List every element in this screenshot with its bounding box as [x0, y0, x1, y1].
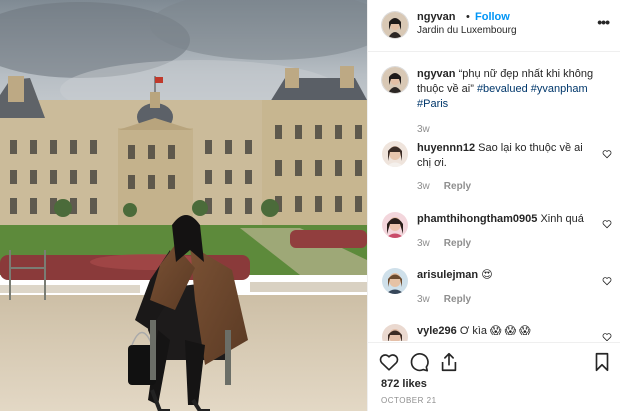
- comment-body: Xinh quá: [540, 213, 584, 225]
- caption-text: ngyvan “phụ nữ đẹp nhất khi không thuộc …: [417, 67, 597, 112]
- comment-meta: 3w Reply: [417, 294, 471, 305]
- comment-text: huyennn12 Sao lại ko thuộc về ai chị ơi.: [417, 141, 597, 171]
- comment-meta: 3w Reply: [417, 181, 471, 192]
- heart-icon[interactable]: [378, 351, 400, 373]
- timestamp[interactable]: 3w: [417, 181, 430, 192]
- comment-body: 😍: [481, 269, 493, 281]
- bookmark-icon[interactable]: [591, 351, 613, 373]
- post-header: ngyvan • Follow Jardin du Luxembourg •••: [368, 0, 620, 52]
- timestamp[interactable]: 3w: [417, 294, 430, 305]
- caption-username[interactable]: ngyvan: [417, 68, 456, 80]
- comment-text: arisulejman 😍: [417, 268, 597, 283]
- comment-username[interactable]: phamthihongtham0905: [417, 213, 537, 225]
- comment-text: vyle296 Ơ kìa 😱 😱 😱: [417, 324, 597, 339]
- follow-button[interactable]: Follow: [475, 11, 510, 23]
- comment-icon[interactable]: [408, 351, 430, 373]
- reply-button[interactable]: Reply: [444, 294, 471, 305]
- comment-text: phamthihongtham0905 Xinh quá: [417, 212, 597, 227]
- instagram-post: ngyvan • Follow Jardin du Luxembourg •••…: [0, 0, 620, 411]
- like-comment-heart-icon[interactable]: [602, 219, 612, 229]
- timestamp[interactable]: 3w: [417, 238, 430, 249]
- comment-username[interactable]: huyennn12: [417, 142, 475, 154]
- post-date: OCTOBER 21: [381, 396, 437, 405]
- avatar[interactable]: [382, 324, 408, 341]
- hashtag-link[interactable]: #Paris: [417, 98, 448, 110]
- avatar[interactable]: [382, 212, 408, 238]
- like-comment-heart-icon[interactable]: [602, 332, 612, 341]
- post-side-panel: ngyvan • Follow Jardin du Luxembourg •••…: [367, 0, 620, 411]
- like-comment-heart-icon[interactable]: [602, 276, 612, 286]
- comment-username[interactable]: vyle296: [417, 325, 457, 337]
- avatar[interactable]: [382, 268, 408, 294]
- comments-list[interactable]: ngyvan “phụ nữ đẹp nhất khi không thuộc …: [368, 53, 620, 341]
- like-comment-heart-icon[interactable]: [602, 149, 612, 159]
- username-link[interactable]: ngyvan: [417, 11, 456, 23]
- comment-meta: 3w Reply: [417, 238, 471, 249]
- post-photo[interactable]: [0, 0, 367, 411]
- reply-button[interactable]: Reply: [444, 181, 471, 192]
- avatar[interactable]: [382, 67, 408, 93]
- reply-button[interactable]: Reply: [444, 238, 471, 249]
- avatar[interactable]: [382, 141, 408, 167]
- comment-username[interactable]: arisulejman: [417, 269, 478, 281]
- comment-body: Ơ kìa 😱 😱 😱: [459, 325, 531, 337]
- hashtag-link[interactable]: #bevalued: [477, 83, 528, 95]
- hashtag-link[interactable]: #yvanpham: [531, 83, 588, 95]
- likes-count[interactable]: 872 likes: [381, 378, 427, 390]
- post-actions: 872 likes OCTOBER 21: [368, 342, 620, 411]
- location-link[interactable]: Jardin du Luxembourg: [417, 25, 517, 36]
- more-options-icon[interactable]: •••: [597, 14, 610, 30]
- separator-dot: •: [466, 11, 470, 23]
- photo-illustration: [0, 0, 367, 411]
- caption-meta: 3w: [417, 124, 430, 135]
- timestamp[interactable]: 3w: [417, 124, 430, 135]
- share-icon[interactable]: [438, 351, 460, 373]
- avatar[interactable]: [382, 12, 408, 38]
